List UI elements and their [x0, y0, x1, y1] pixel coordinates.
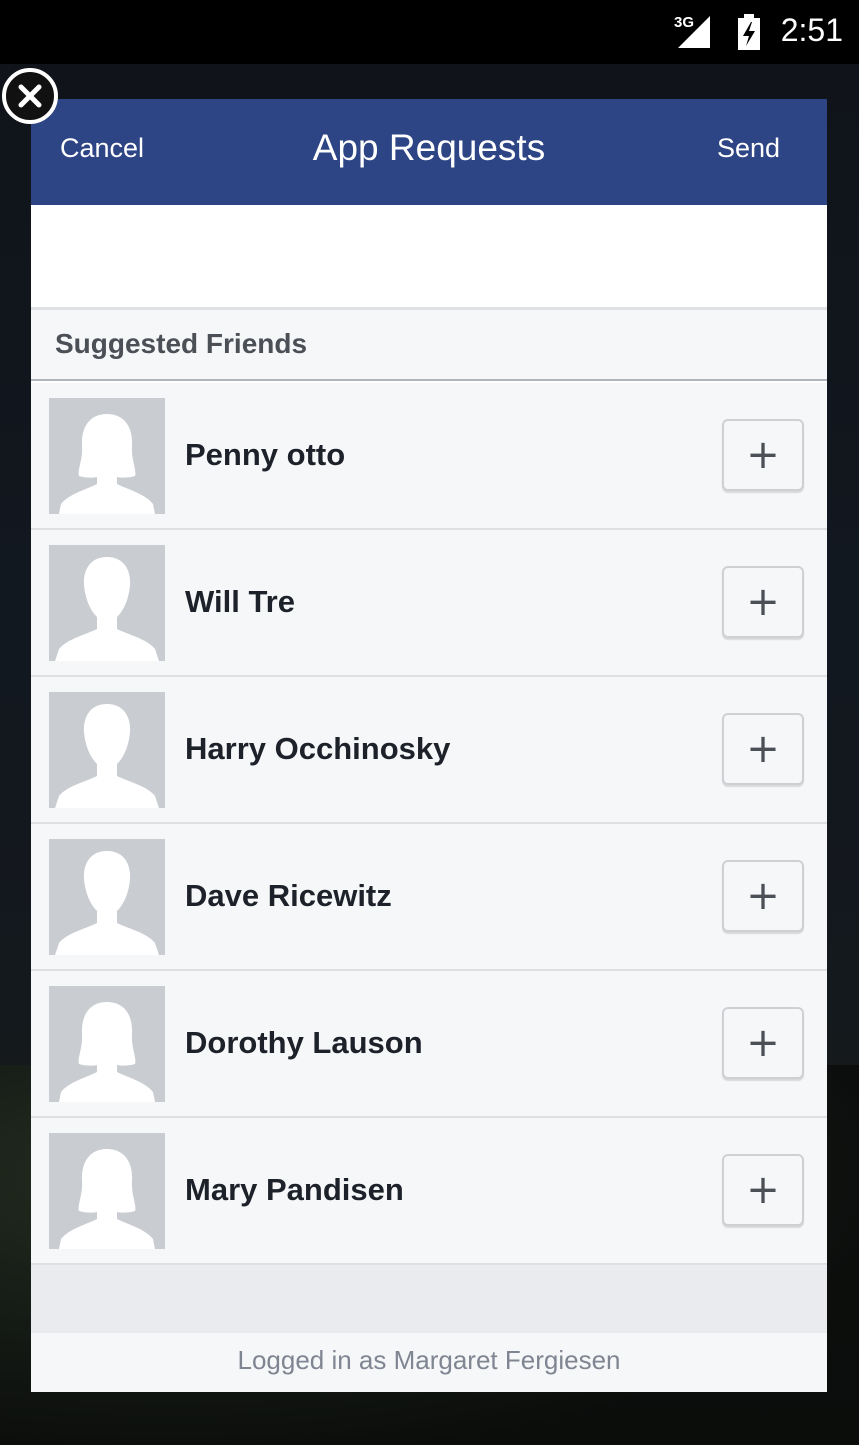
dialog-title: App Requests [312, 127, 546, 168]
female-avatar-icon [49, 986, 165, 1102]
add-friend-button[interactable]: + [722, 566, 804, 638]
friend-row[interactable]: Penny otto + [31, 383, 827, 530]
dialog-header: Cancel App Requests Send [31, 99, 827, 205]
friend-name: Dave Ricewitz [185, 878, 392, 913]
app-requests-dialog: Cancel App Requests Send Suggested Frien… [31, 99, 827, 1392]
friend-row[interactable]: Dorothy Lauson + [31, 971, 827, 1118]
female-avatar-icon [49, 398, 165, 514]
plus-icon: + [746, 873, 780, 919]
friend-name: Will Tre [185, 584, 295, 619]
male-avatar-icon [49, 839, 165, 955]
close-icon [18, 84, 42, 108]
friend-name: Dorothy Lauson [185, 1025, 423, 1060]
add-friend-button[interactable]: + [722, 713, 804, 785]
female-avatar-icon [49, 1133, 165, 1249]
status-bar: 3G 2:51 [0, 0, 859, 64]
friend-name: Mary Pandisen [185, 1172, 404, 1207]
plus-icon: + [746, 579, 780, 625]
network-signal-icon: 3G [674, 14, 714, 50]
male-avatar-icon [49, 545, 165, 661]
plus-icon: + [746, 1167, 780, 1213]
friend-name: Harry Occhinosky [185, 731, 451, 766]
close-button[interactable] [2, 68, 58, 124]
add-friend-button[interactable]: + [722, 1007, 804, 1079]
friend-name: Penny otto [185, 437, 346, 472]
clock: 2:51 [780, 12, 843, 48]
friend-list: Penny otto + Will Tre + Harry Occhinosky… [31, 383, 827, 1265]
section-title: Suggested Friends [55, 328, 308, 359]
plus-icon: + [746, 726, 780, 772]
friend-row[interactable]: Harry Occhinosky + [31, 677, 827, 824]
friend-row[interactable]: Will Tre + [31, 530, 827, 677]
friend-row[interactable]: Dave Ricewitz + [31, 824, 827, 971]
add-friend-button[interactable]: + [722, 1154, 804, 1226]
plus-icon: + [746, 432, 780, 478]
footer: Logged in as Margaret Fergiesen [31, 1333, 827, 1392]
male-avatar-icon [49, 692, 165, 808]
empty-area [31, 1265, 827, 1333]
section-header: Suggested Friends [31, 310, 827, 381]
send-button[interactable]: Send [717, 133, 780, 164]
battery-icon [737, 14, 761, 50]
logged-in-text: Logged in as Margaret Fergiesen [237, 1345, 621, 1375]
add-friend-button[interactable]: + [722, 419, 804, 491]
friend-row[interactable]: Mary Pandisen + [31, 1118, 827, 1265]
plus-icon: + [746, 1020, 780, 1066]
add-friend-button[interactable]: + [722, 860, 804, 932]
